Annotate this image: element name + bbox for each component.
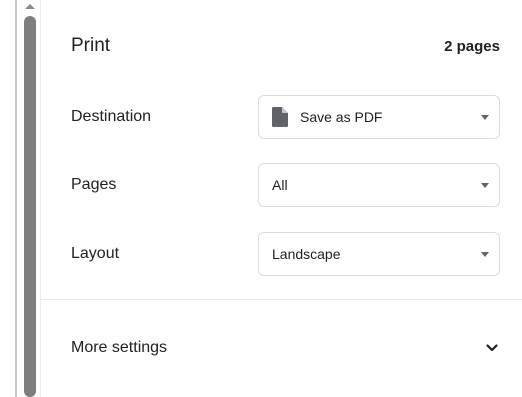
chevron-down-icon [481,115,489,120]
layout-select[interactable]: Landscape [258,232,500,276]
destination-value: Save as PDF [300,109,383,125]
pages-row: Pages All [71,162,500,208]
layout-label: Layout [71,245,120,262]
scroll-up-arrow-icon[interactable] [25,4,35,9]
chevron-down-icon[interactable] [484,340,500,356]
page-count: 2 pages [444,37,500,55]
more-settings-label: More settings [71,339,168,356]
print-settings-panel: Print 2 pages Destination Save as PDF Pa… [41,0,522,397]
layout-row: Layout Landscape [71,231,500,277]
pages-select[interactable]: All [258,163,500,207]
settings-scrollbar[interactable] [20,0,41,397]
pages-label: Pages [71,176,117,193]
scrollbar-thumb[interactable] [24,16,36,397]
file-icon [272,107,288,127]
chevron-down-icon [481,183,489,188]
section-divider [41,299,522,300]
print-dialog: Print 2 pages Destination Save as PDF Pa… [0,0,522,397]
print-header: Print 2 pages [71,30,500,62]
destination-label: Destination [71,108,152,125]
destination-row: Destination Save as PDF [71,94,500,140]
more-settings-toggle[interactable]: More settings [71,326,500,370]
layout-value: Landscape [272,246,341,262]
preview-divider-line [15,0,17,397]
page-title: Print [71,35,111,56]
pages-value: All [272,177,288,193]
destination-select[interactable]: Save as PDF [258,95,500,139]
chevron-down-icon [481,252,489,257]
